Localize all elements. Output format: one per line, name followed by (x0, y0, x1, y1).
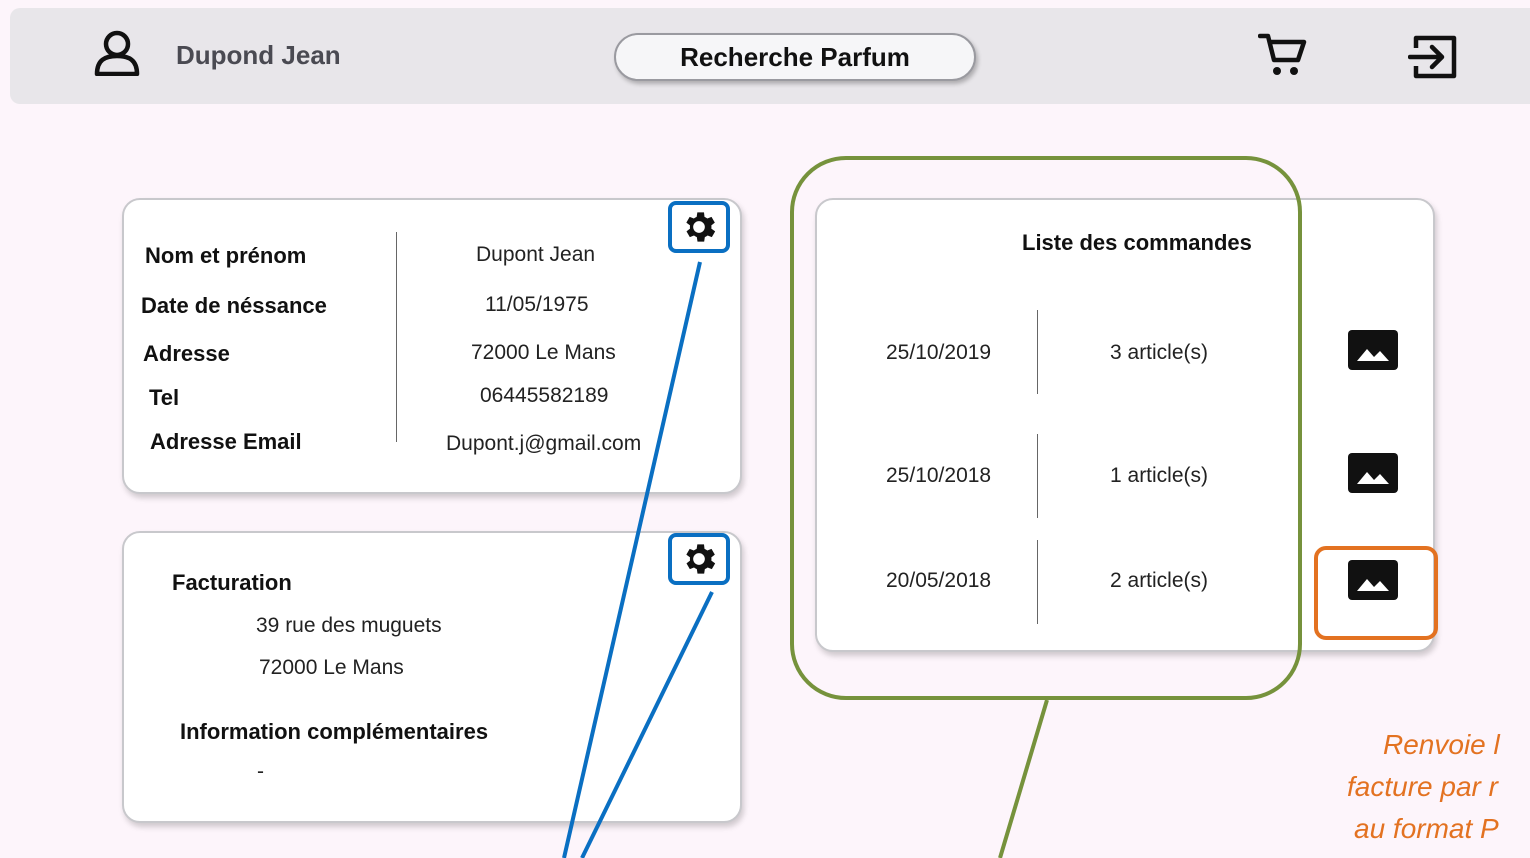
user-name: Dupond Jean (176, 40, 341, 70)
label-address: Adresse (143, 341, 230, 366)
extra-info-title: Information complémentaires (180, 719, 489, 744)
label-full-name: Nom et prénom (145, 243, 307, 268)
value-full-name: Dupont Jean (476, 243, 596, 266)
invoice-image-icon[interactable] (1348, 330, 1398, 370)
invoice-highlight-box (1314, 546, 1438, 640)
user-icon[interactable] (92, 30, 142, 76)
cart-icon[interactable] (1258, 32, 1308, 78)
gear-icon (686, 544, 716, 574)
label-email: Adresse Email (150, 429, 302, 454)
annotation-line: Renvoie l (1383, 729, 1500, 760)
annotation-line: facture par r (1347, 771, 1498, 802)
search-perfume-button[interactable]: Recherche Parfum (614, 33, 976, 81)
billing-title: Facturation (172, 570, 292, 595)
billing-address-line2: 72000 Le Mans (259, 656, 404, 679)
value-address: 72000 Le Mans (471, 341, 616, 364)
value-birth-date: 11/05/1975 (485, 293, 589, 316)
label-phone: Tel (149, 385, 180, 410)
profile-divider (396, 232, 397, 442)
connector-line-orders (998, 699, 1049, 858)
logout-icon[interactable] (1408, 32, 1460, 82)
invoice-image-icon[interactable] (1348, 453, 1398, 493)
edit-profile-gear-icon[interactable] (668, 201, 730, 253)
billing-address-line1: 39 rue des muguets (256, 614, 442, 637)
orders-highlight-box (790, 156, 1302, 700)
edit-billing-gear-icon[interactable] (668, 533, 730, 585)
annotation-line: au format P (1354, 813, 1499, 844)
value-email: Dupont.j@gmail.com (446, 432, 642, 455)
value-phone: 06445582189 (480, 384, 609, 407)
gear-icon (686, 212, 716, 242)
label-birth-date: Date de néssance (141, 293, 327, 318)
extra-info-value: - (257, 760, 264, 783)
